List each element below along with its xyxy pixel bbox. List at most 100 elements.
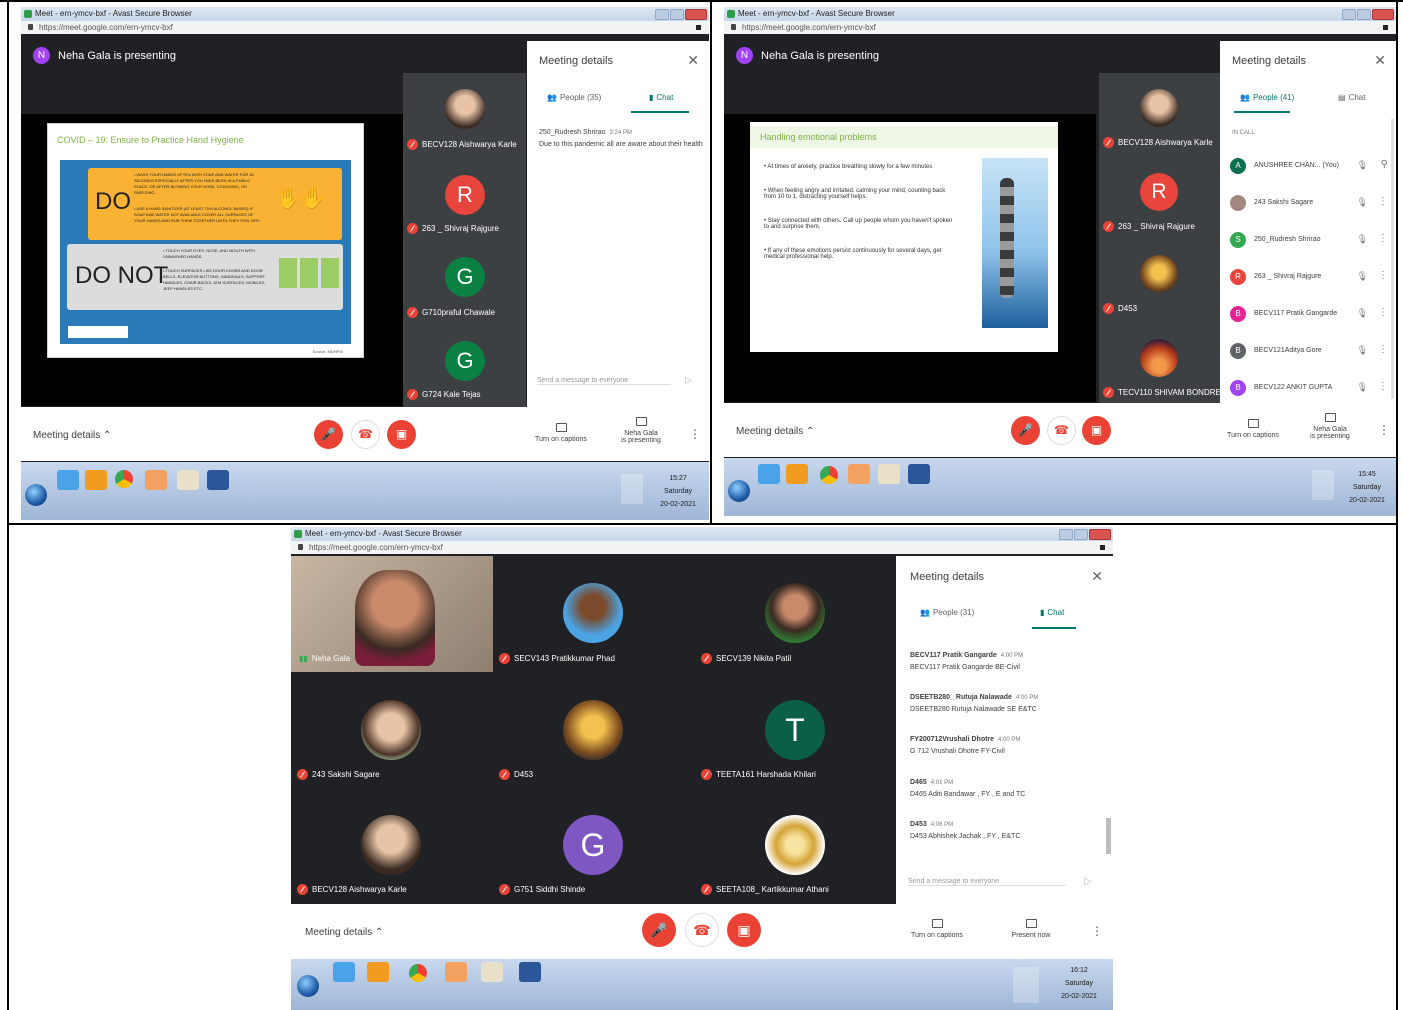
more-options-icon[interactable]: ⋮	[1091, 924, 1103, 938]
tab-chat[interactable]: ▤ Chat	[1338, 93, 1365, 102]
participant-tile[interactable]: D453	[1099, 241, 1220, 321]
person-row[interactable]: B BECV121Aditya Gore 🎙 ⋮	[1220, 342, 1396, 362]
tab-people[interactable]: 👥 People (31)	[920, 608, 974, 617]
maximize-icon[interactable]	[1074, 529, 1088, 540]
window-controls[interactable]	[1059, 529, 1111, 540]
maximize-icon[interactable]	[1357, 9, 1371, 20]
mic-toggle-button[interactable]: 🎤	[1011, 416, 1040, 445]
word-icon[interactable]	[519, 962, 541, 982]
tab-chat[interactable]: ▮ Chat	[1040, 608, 1064, 617]
media-player-icon[interactable]	[445, 962, 467, 982]
extension-icon[interactable]	[696, 25, 701, 30]
window-controls[interactable]	[1342, 9, 1394, 20]
person-row[interactable]: A ANUSHREE CHAN... (You) 🎙 ⚲	[1220, 157, 1396, 177]
close-window-icon[interactable]	[685, 9, 707, 20]
minimize-icon[interactable]	[1059, 529, 1073, 540]
ie-icon[interactable]	[758, 464, 780, 484]
more-options-icon[interactable]: ⋮	[689, 427, 701, 441]
person-row[interactable]: 243 Sakshi Sagare 🎙 ⋮	[1220, 194, 1396, 214]
window-controls[interactable]	[655, 9, 707, 20]
word-icon[interactable]	[908, 464, 930, 484]
participant-tile-presenter[interactable]: ▮▮ Neha Gala	[291, 556, 493, 672]
explorer-icon[interactable]	[177, 470, 199, 490]
taskbar-clock[interactable]: 15:45 Saturday 20-02-2021	[1342, 468, 1392, 507]
participant-tile[interactable]: TECV110 SHIVAM BONDRE	[1099, 325, 1221, 405]
presenting-button[interactable]: Neha Gala is presenting	[613, 417, 669, 444]
meeting-details-toggle[interactable]: Meeting details ⌃	[736, 426, 814, 437]
participant-tile[interactable]: BECV128 Aishwarya Karle	[291, 788, 493, 904]
more-options-icon[interactable]: ⋮	[1378, 423, 1390, 437]
avast-browser-icon[interactable]	[367, 962, 389, 982]
panel-scrollbar[interactable]	[1391, 119, 1394, 399]
participant-tile[interactable]: G G724 Kale Tejas	[403, 325, 526, 405]
camera-toggle-button[interactable]: ▣	[387, 420, 416, 449]
mic-toggle-button[interactable]: 🎤	[314, 420, 343, 449]
participant-tile[interactable]: R 263 _ Shivraj Rajgure	[1099, 157, 1220, 237]
participant-tile[interactable]: D453	[493, 672, 695, 788]
avast-browser-icon[interactable]	[85, 470, 107, 490]
leave-call-button[interactable]: ☎	[685, 913, 719, 947]
participant-tile[interactable]: BECV128 Aishwarya Karle	[403, 73, 526, 153]
send-icon[interactable]: ▷	[1084, 876, 1092, 887]
send-icon[interactable]: ▷	[685, 375, 692, 386]
taskbar-clock[interactable]: 16:12 Saturday 20-02-2021	[1053, 964, 1105, 1003]
media-player-icon[interactable]	[848, 464, 870, 484]
participant-tile[interactable]: G G710praful Chawale	[403, 241, 526, 321]
url-text[interactable]: https://meet.google.com/ern-ymcv-bxf	[309, 543, 443, 552]
camera-toggle-button[interactable]: ▣	[1082, 416, 1111, 445]
person-row[interactable]: B BECV117 Pratik Gangarde 🎙 ⋮	[1220, 305, 1396, 325]
close-window-icon[interactable]	[1372, 9, 1394, 20]
camera-toggle-button[interactable]: ▣	[727, 913, 761, 947]
close-panel-icon[interactable]: ✕	[1091, 568, 1103, 585]
participant-tile[interactable]: BECV128 Aishwarya Karle	[1099, 73, 1220, 153]
tab-chat[interactable]: ▮ Chat	[649, 93, 673, 102]
avast-browser-icon[interactable]	[786, 464, 808, 484]
word-icon[interactable]	[207, 470, 229, 490]
leave-call-button[interactable]: ☎	[351, 420, 380, 449]
meeting-details-toggle[interactable]: Meeting details ⌃	[33, 430, 111, 441]
maximize-icon[interactable]	[670, 9, 684, 20]
start-button[interactable]	[25, 484, 47, 506]
chrome-icon[interactable]	[820, 466, 838, 484]
extension-icon[interactable]	[1100, 545, 1105, 550]
presenting-button[interactable]: Neha Gala is presenting	[1302, 413, 1358, 440]
minimize-icon[interactable]	[1342, 9, 1356, 20]
chat-scrollbar[interactable]	[1106, 818, 1111, 854]
chat-input[interactable]: Send a message to everyone	[537, 377, 671, 385]
ie-icon[interactable]	[333, 962, 355, 982]
start-button[interactable]	[728, 480, 750, 502]
mic-toggle-button[interactable]: 🎤	[642, 913, 676, 947]
leave-call-button[interactable]: ☎	[1047, 416, 1076, 445]
taskbar-clock[interactable]: 15:27 Saturday 20-02-2021	[653, 472, 703, 511]
url-text[interactable]: https://meet.google.com/ern-ymcv-bxf	[742, 23, 876, 32]
chat-input[interactable]: Send a message to everyone	[908, 878, 1066, 886]
ie-icon[interactable]	[57, 470, 79, 490]
captions-button[interactable]: Turn on captions	[903, 919, 971, 939]
captions-button[interactable]: Turn on captions	[529, 423, 593, 443]
close-panel-icon[interactable]: ✕	[1374, 52, 1386, 69]
tab-people[interactable]: 👥 People (35)	[547, 93, 601, 102]
explorer-icon[interactable]	[878, 464, 900, 484]
participant-tile[interactable]: 243 Sakshi Sagare	[291, 672, 493, 788]
participant-tile[interactable]: SEETA108_ Kartikkumar Athani	[695, 788, 896, 904]
person-row[interactable]: B BECV122 ANKIT GUPTA 🎙 ⋮	[1220, 379, 1396, 399]
close-panel-icon[interactable]: ✕	[687, 52, 699, 69]
chrome-icon[interactable]	[115, 470, 133, 488]
participant-tile[interactable]: T TEETA161 Harshada Khilari	[695, 672, 896, 788]
explorer-icon[interactable]	[481, 962, 503, 982]
participant-tile[interactable]: R 263 _ Shivraj Rajgure	[403, 157, 526, 237]
address-bar[interactable]: https://meet.google.com/ern-ymcv-bxf	[724, 21, 1396, 34]
minimize-icon[interactable]	[655, 9, 669, 20]
address-bar[interactable]: https://meet.google.com/ern-ymcv-bxf	[291, 541, 1113, 554]
url-text[interactable]: https://meet.google.com/ern-ymcv-bxf	[39, 23, 173, 32]
meeting-details-toggle[interactable]: Meeting details ⌃	[305, 927, 383, 938]
person-row[interactable]: R 263 _ Shivraj Rajgure 🎙 ⋮	[1220, 268, 1396, 288]
address-bar[interactable]: https://meet.google.com/ern-ymcv-bxf	[21, 21, 709, 34]
extension-icon[interactable]	[1383, 25, 1388, 30]
present-now-button[interactable]: Present now	[1003, 919, 1059, 939]
tab-people[interactable]: 👥 People (41)	[1240, 93, 1294, 102]
participant-tile[interactable]: SECV139 Nikita Patil	[695, 556, 896, 672]
media-player-icon[interactable]	[145, 470, 167, 490]
participant-tile[interactable]: G G751 Siddhi Shinde	[493, 788, 695, 904]
captions-button[interactable]: Turn on captions	[1221, 419, 1285, 439]
